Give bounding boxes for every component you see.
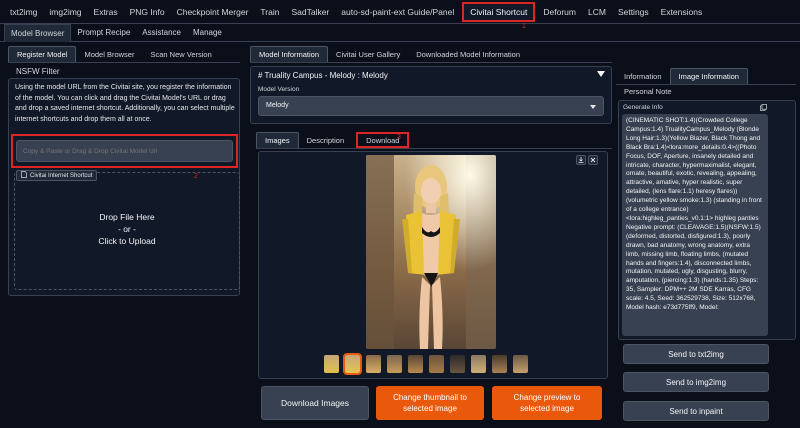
model-version-label: Model Version <box>258 86 300 93</box>
thumbnail[interactable] <box>324 355 339 373</box>
generate-info-label: Generate Info <box>623 104 663 111</box>
right-tab-bar: Information Image Information <box>616 68 748 84</box>
tab-prompt-recipe[interactable]: Prompt Recipe <box>71 24 136 42</box>
tab-sadtalker[interactable]: SadTalker <box>285 0 335 24</box>
tab-checkpoint-merger[interactable]: Checkpoint Merger <box>171 0 255 24</box>
center-tab-bar: Model Information Civitai User Gallery D… <box>250 46 528 62</box>
model-version-value: Melody <box>266 102 289 109</box>
tab-register-model[interactable]: Register Model <box>8 46 77 62</box>
file-icon <box>21 171 27 180</box>
annotation-3: 3 <box>397 134 401 141</box>
shortcut-label-chip: Civitai Internet Shortcut <box>16 170 98 181</box>
register-description: Using the model URL from the Civitai sit… <box>15 84 235 123</box>
tab-scan-new-version[interactable]: Scan New Version <box>142 46 219 62</box>
generate-info-textarea[interactable]: (CINEMATIC SHOT:1.4)(Crowded College Cam… <box>622 114 768 336</box>
download-images-button[interactable]: Download Images <box>261 386 369 420</box>
tab-extras[interactable]: Extras <box>88 0 124 24</box>
sub-tab-bar: Model Browser Prompt Recipe Assistance M… <box>0 23 800 42</box>
tab-image-information[interactable]: Image Information <box>669 68 748 84</box>
generate-info-text: (CINEMATIC SHOT:1.4)(Crowded College Cam… <box>626 117 762 312</box>
tab-png-info[interactable]: PNG Info <box>124 0 171 24</box>
drop-zone-text: Drop File Here - or - Click to Upload <box>14 211 240 247</box>
tab-auto-sd-paint-ext[interactable]: auto-sd-paint-ext Guide/Panel <box>335 0 460 24</box>
image-tab-bar: Images Description Download <box>256 132 410 148</box>
tab-downloaded-model-information[interactable]: Downloaded Model Information <box>408 46 528 62</box>
change-preview-button[interactable]: Change preview to selected image <box>492 386 602 420</box>
thumbnail[interactable] <box>471 355 486 373</box>
tab-lcm[interactable]: LCM <box>582 0 612 24</box>
send-to-inpaint-button[interactable]: Send to inpaint <box>623 401 769 421</box>
tab-personal-note[interactable]: Personal Note <box>624 87 672 96</box>
drop-line-2: - or - <box>118 224 136 234</box>
shortcut-label: Civitai Internet Shortcut <box>30 172 93 179</box>
tab-settings[interactable]: Settings <box>612 0 655 24</box>
send-to-img2img-button[interactable]: Send to img2img <box>623 372 769 392</box>
change-thumbnail-button[interactable]: Change thumbnail to selected image <box>376 386 484 420</box>
tab-model-information[interactable]: Model Information <box>250 46 329 62</box>
top-tab-bar: txt2img img2img Extras PNG Info Checkpoi… <box>0 0 800 24</box>
divider <box>8 62 240 63</box>
tab-download[interactable]: Download <box>356 132 410 148</box>
tab-txt2img[interactable]: txt2img <box>4 0 43 24</box>
thumbnail[interactable] <box>408 355 423 373</box>
tab-model-browser[interactable]: Model Browser <box>4 23 72 42</box>
main-preview-image[interactable] <box>366 155 496 349</box>
tab-left-model-browser[interactable]: Model Browser <box>76 46 142 62</box>
thumbnail[interactable] <box>513 355 528 373</box>
thumbnail-strip <box>324 353 528 375</box>
drop-line-1: Drop File Here <box>99 212 155 222</box>
download-icon[interactable] <box>576 155 586 165</box>
tab-deforum[interactable]: Deforum <box>537 0 582 24</box>
tab-train[interactable]: Train <box>254 0 285 24</box>
thumbnail[interactable] <box>492 355 507 373</box>
tab-civitai-shortcut[interactable]: Civitai Shortcut <box>462 1 536 22</box>
civitai-url-input[interactable] <box>16 140 233 162</box>
gallery-controls <box>576 155 598 165</box>
tab-img2img[interactable]: img2img <box>43 0 87 24</box>
chevron-down-icon <box>590 103 596 112</box>
close-icon[interactable] <box>588 155 598 165</box>
model-select[interactable]: # Truality Campus - Melody : Melody <box>258 71 598 80</box>
thumbnail[interactable] <box>387 355 402 373</box>
tab-extensions[interactable]: Extensions <box>655 0 709 24</box>
divider <box>616 84 796 85</box>
tab-assistance[interactable]: Assistance <box>136 24 187 42</box>
left-tab-bar: Register Model Model Browser Scan New Ve… <box>8 46 220 62</box>
divider <box>256 148 612 149</box>
tab-information[interactable]: Information <box>616 68 670 84</box>
tab-civitai-user-gallery[interactable]: Civitai User Gallery <box>328 46 408 62</box>
tab-manage[interactable]: Manage <box>187 24 228 42</box>
copy-icon[interactable] <box>760 104 767 113</box>
drop-line-3: Click to Upload <box>98 236 156 246</box>
dropdown-arrow-icon[interactable] <box>597 71 605 80</box>
thumbnail[interactable] <box>450 355 465 373</box>
thumbnail-selected[interactable] <box>343 353 362 375</box>
divider <box>250 62 612 63</box>
send-to-txt2img-button[interactable]: Send to txt2img <box>623 344 769 364</box>
thumbnail[interactable] <box>366 355 381 373</box>
thumbnail[interactable] <box>429 355 444 373</box>
nsfw-filter-label[interactable]: NSFW Filter <box>16 67 60 76</box>
model-version-select[interactable] <box>258 96 604 116</box>
tab-images[interactable]: Images <box>256 132 299 148</box>
tab-description[interactable]: Description <box>299 132 353 148</box>
